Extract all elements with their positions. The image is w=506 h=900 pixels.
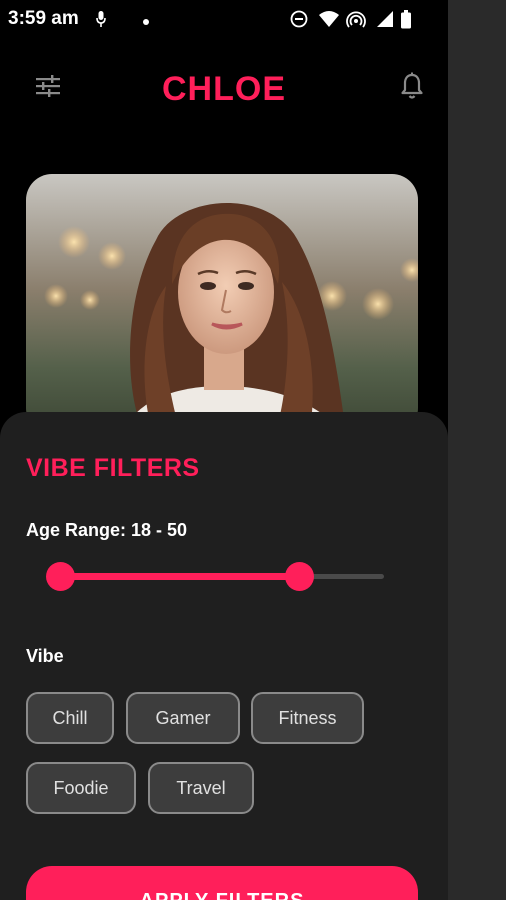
vibe-chip-fitness[interactable]: Fitness xyxy=(251,692,364,744)
status-time: 3:59 am xyxy=(8,8,79,29)
slider-active-range xyxy=(60,573,300,580)
top-app-bar: CHLOE xyxy=(0,60,448,116)
microphone-icon xyxy=(96,10,106,33)
vibe-chip-chill[interactable]: Chill xyxy=(26,692,114,744)
age-range-slider[interactable] xyxy=(45,562,386,592)
app-screen: 3:59 am CHLOE VIBE FILTERS Age Range: 18… xyxy=(0,0,448,900)
slider-thumb-max[interactable] xyxy=(285,562,315,591)
app-title: CHLOE xyxy=(162,70,286,108)
notification-dot-icon xyxy=(142,13,150,31)
do-not-disturb-icon xyxy=(290,10,308,33)
vibe-chip-gamer[interactable]: Gamer xyxy=(126,692,240,744)
hotspot-icon xyxy=(346,10,366,33)
vibe-label: Vibe xyxy=(26,646,64,666)
vibe-chip-foodie[interactable]: Foodie xyxy=(26,762,136,814)
status-bar: 3:59 am xyxy=(0,0,448,40)
sheet-title: VIBE FILTERS xyxy=(26,454,200,482)
profile-portrait-image xyxy=(26,174,418,434)
vibe-filters-sheet: VIBE FILTERS Age Range: 18 - 50 Vibe Chi… xyxy=(0,412,448,900)
vibe-chip-travel[interactable]: Travel xyxy=(148,762,254,814)
slider-thumb-min[interactable] xyxy=(45,562,75,591)
age-range-label: Age Range: 18 - 50 xyxy=(26,520,188,540)
background-edge xyxy=(448,0,506,900)
bell-icon xyxy=(400,72,424,105)
profile-photo[interactable] xyxy=(26,174,418,434)
battery-icon xyxy=(400,10,412,35)
cell-signal-icon xyxy=(376,10,394,33)
notifications-button[interactable] xyxy=(396,72,428,104)
wifi-icon xyxy=(318,10,340,33)
apply-filters-button[interactable]: APPLY FILTERS xyxy=(26,866,418,900)
